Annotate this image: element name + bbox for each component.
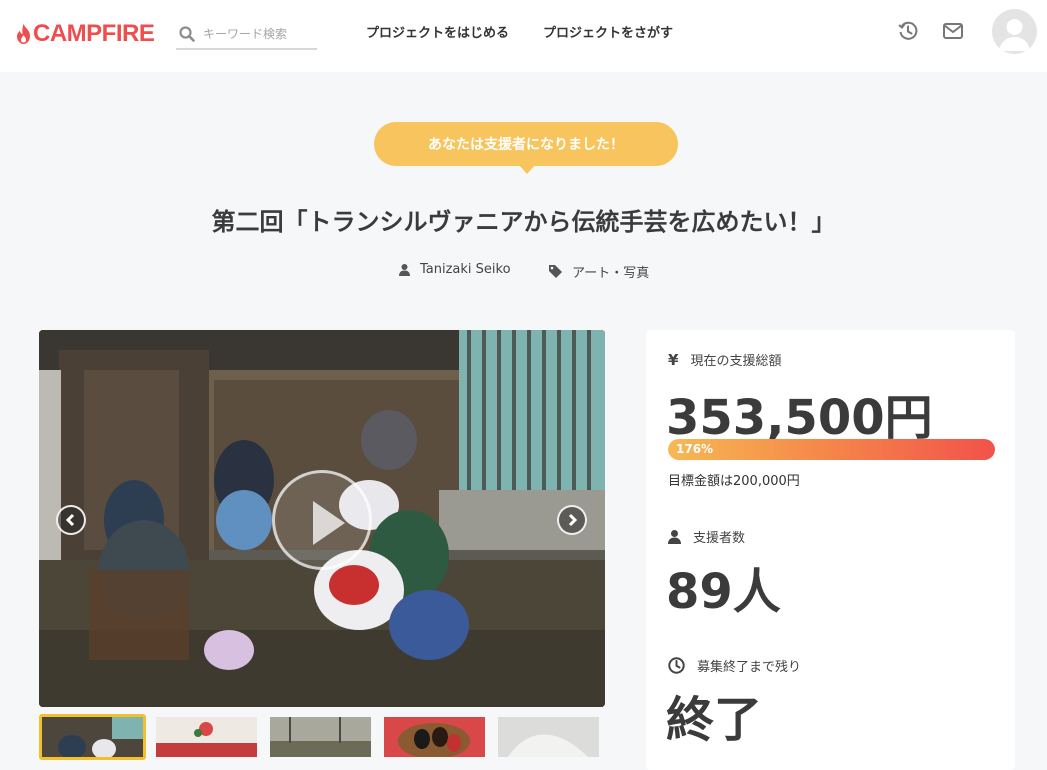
- backers-value: 89人: [666, 564, 781, 620]
- author-name: Tanizaki Seiko: [420, 262, 511, 277]
- thumbnail-4[interactable]: [381, 714, 488, 760]
- campfire-logo[interactable]: CAMPFIRE: [16, 19, 155, 49]
- search-input[interactable]: [203, 27, 313, 41]
- badge-text: あなたは支援者になりました！: [428, 137, 624, 153]
- total-amount-value: 353,500円: [666, 390, 933, 446]
- category-name: アート・写真: [572, 266, 650, 281]
- backers-label: 支援者数: [668, 527, 745, 546]
- user-silhouette-icon: [999, 19, 1030, 51]
- backer-badge: あなたは支援者になりました！: [374, 122, 678, 174]
- yen-icon: ¥: [668, 350, 679, 369]
- video-play-button[interactable]: [272, 470, 372, 570]
- next-image-button[interactable]: [557, 505, 587, 535]
- project-author[interactable]: Tanizaki Seiko: [399, 262, 511, 277]
- mail-icon[interactable]: [942, 20, 964, 42]
- nav-find-project[interactable]: プロジェクトをさがす: [543, 22, 673, 41]
- goal-amount: 目標金額は200,000円: [668, 474, 800, 489]
- thumbnail-1[interactable]: [39, 714, 146, 760]
- user-icon: [668, 529, 681, 544]
- funding-stats-card: ¥ 現在の支援総額 353,500円 176% 目標金額は200,000円 支援…: [646, 330, 1015, 770]
- clock-icon: [668, 657, 685, 674]
- total-label-text: 現在の支援総額: [690, 354, 782, 369]
- site-header: CAMPFIRE プロジェクトをはじめる プロジェクトをさがす: [0, 0, 1047, 72]
- total-amount-label: ¥ 現在の支援総額: [668, 350, 782, 370]
- logo-text: CAMPFIRE: [33, 20, 155, 47]
- funding-progress-bar: 176%: [668, 439, 995, 460]
- search-box: [176, 20, 317, 50]
- search-icon[interactable]: [179, 26, 195, 42]
- thumbnail-strip: [39, 714, 605, 760]
- progress-percent: 176%: [676, 442, 714, 456]
- nav-start-project[interactable]: プロジェクトをはじめる: [366, 22, 509, 41]
- history-icon[interactable]: [897, 20, 919, 42]
- project-category[interactable]: アート・写真: [549, 262, 649, 281]
- chevron-left-icon: [65, 513, 75, 527]
- user-icon: [399, 263, 410, 276]
- remaining-label-text: 募集終了まで残り: [697, 660, 802, 675]
- remaining-time-value: 終了: [666, 692, 763, 748]
- remaining-time-label: 募集終了まで残り: [668, 656, 801, 675]
- thumbnail-3[interactable]: [267, 714, 374, 760]
- tag-icon: [549, 265, 562, 278]
- project-title: 第二回「トランシルヴァニアから伝統手芸を広めたい！」: [211, 208, 836, 236]
- user-avatar[interactable]: [992, 9, 1037, 54]
- flame-icon: [17, 24, 30, 44]
- progress-fill: [668, 439, 995, 460]
- backers-label-text: 支援者数: [693, 531, 746, 546]
- thumbnail-5[interactable]: [495, 714, 602, 760]
- thumbnail-2[interactable]: [153, 714, 260, 760]
- chevron-right-icon: [568, 513, 578, 527]
- prev-image-button[interactable]: [56, 505, 86, 535]
